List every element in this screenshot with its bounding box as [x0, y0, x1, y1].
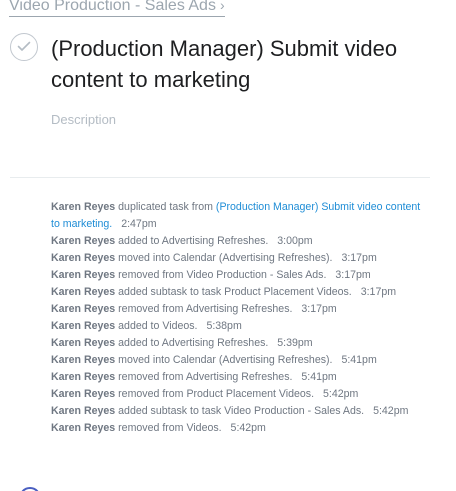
activity-timestamp: 3:00pm — [277, 235, 313, 247]
activity-author[interactable]: Karen Reyes — [51, 303, 115, 315]
activity-action: removed from Videos. — [118, 422, 222, 434]
activity-entry: Karen Reyes moved into Calendar (Adverti… — [51, 250, 431, 267]
activity-author[interactable]: Karen Reyes — [51, 371, 115, 383]
description-field[interactable]: Description — [51, 112, 116, 127]
activity-timestamp: 5:42pm — [373, 405, 409, 417]
activity-action: removed from Video Production - Sales Ad… — [118, 269, 327, 281]
activity-action: added to Videos. — [118, 320, 198, 332]
activity-entry: Karen Reyes added to Videos. 5:38pm — [51, 318, 431, 335]
activity-timestamp: 3:17pm — [335, 269, 371, 281]
activity-action: added subtask to task Product Placement … — [118, 286, 352, 298]
activity-author[interactable]: Karen Reyes — [51, 388, 115, 400]
activity-action: removed from Advertising Refreshes. — [118, 303, 293, 315]
breadcrumb-label[interactable]: Video Production - Sales Ads — [9, 0, 216, 14]
task-title[interactable]: (Production Manager) Submit video conten… — [51, 33, 446, 95]
activity-author[interactable]: Karen Reyes — [51, 422, 115, 434]
activity-entry: Karen Reyes moved into Calendar (Adverti… — [51, 352, 431, 369]
activity-timestamp: 3:17pm — [341, 252, 377, 264]
activity-entry: Karen Reyes duplicated task from (Produc… — [51, 199, 431, 233]
chevron-right-icon: › — [219, 0, 225, 13]
activity-author[interactable]: Karen Reyes — [51, 337, 115, 349]
activity-author[interactable]: Karen Reyes — [51, 320, 115, 332]
activity-timestamp: 3:17pm — [301, 303, 337, 315]
activity-entry: Karen Reyes removed from Product Placeme… — [51, 386, 431, 403]
activity-action: added to Advertising Refreshes. — [118, 235, 269, 247]
activity-entry: Karen Reyes added to Advertising Refresh… — [51, 233, 431, 250]
activity-action: added subtask to task Video Production -… — [118, 405, 365, 417]
activity-author[interactable]: Karen Reyes — [51, 269, 115, 281]
activity-timestamp: 3:17pm — [360, 286, 397, 298]
activity-entry: Karen Reyes added subtask to task Video … — [51, 403, 431, 420]
activity-entry: Karen Reyes added subtask to task Produc… — [51, 284, 431, 301]
activity-author[interactable]: Karen Reyes — [51, 235, 115, 247]
activity-entry: Karen Reyes removed from Videos. 5:42pm — [51, 420, 431, 437]
activity-timestamp: 2:47pm — [121, 218, 157, 230]
activity-author[interactable]: Karen Reyes — [51, 405, 115, 417]
activity-timestamp: 5:38pm — [206, 320, 242, 332]
activity-entry: Karen Reyes removed from Advertising Ref… — [51, 301, 431, 318]
divider — [10, 177, 430, 178]
mark-complete-button[interactable] — [10, 33, 38, 61]
activity-action: moved into Calendar (Advertising Refresh… — [118, 354, 333, 366]
activity-action: added to Advertising Refreshes. — [118, 337, 269, 349]
avatar[interactable] — [19, 487, 41, 491]
activity-entry: Karen Reyes removed from Video Productio… — [51, 267, 431, 284]
activity-entry: Karen Reyes added to Advertising Refresh… — [51, 335, 431, 352]
activity-timestamp: 5:39pm — [277, 337, 313, 349]
breadcrumb-project-link[interactable]: Video Production - Sales Ads › — [9, 0, 225, 17]
activity-author[interactable]: Karen Reyes — [51, 252, 115, 264]
activity-timestamp: 5:42pm — [230, 422, 266, 434]
activity-feed: Karen Reyes duplicated task from (Produc… — [51, 199, 431, 437]
activity-entry: Karen Reyes removed from Advertising Ref… — [51, 369, 431, 386]
checkmark-icon — [17, 41, 31, 51]
activity-timestamp: 5:42pm — [323, 388, 359, 400]
task-detail-pane: Video Production - Sales Ads › (Productio… — [0, 0, 456, 491]
activity-timestamp: 5:41pm — [301, 371, 337, 383]
activity-action: removed from Advertising Refreshes. — [118, 371, 293, 383]
activity-action: duplicated task from — [118, 201, 213, 213]
activity-author[interactable]: Karen Reyes — [51, 354, 115, 366]
activity-timestamp: 5:41pm — [341, 354, 377, 366]
activity-author[interactable]: Karen Reyes — [51, 201, 115, 213]
activity-action: removed from Product Placement Videos. — [118, 388, 315, 400]
activity-author[interactable]: Karen Reyes — [51, 286, 115, 298]
activity-action: moved into Calendar (Advertising Refresh… — [118, 252, 333, 264]
